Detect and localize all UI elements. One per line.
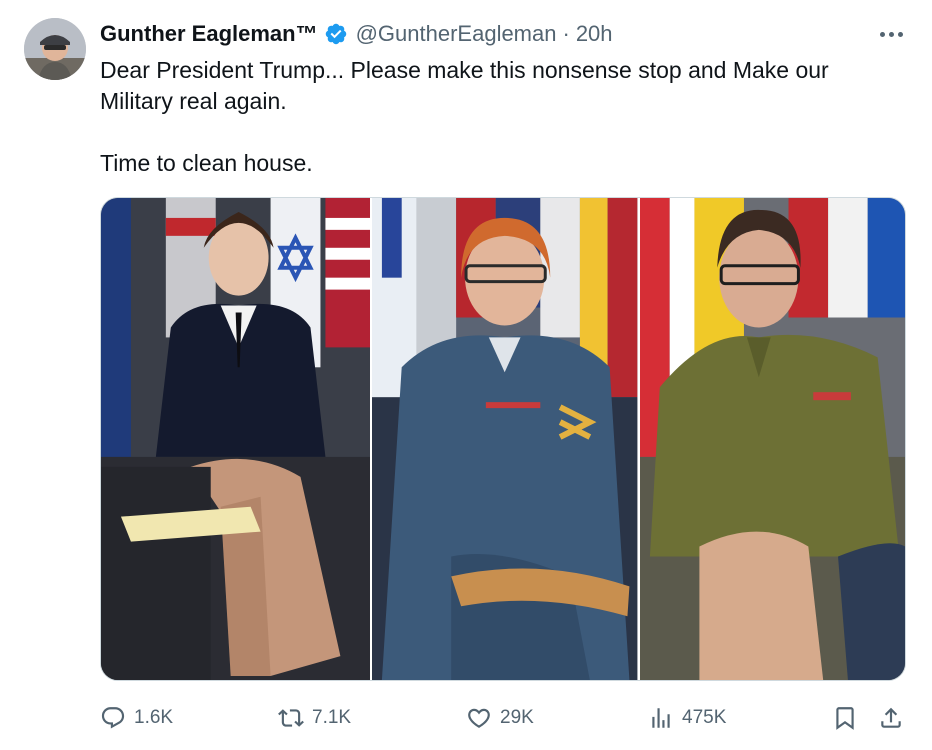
more-options-button[interactable]: [874, 22, 908, 46]
like-count: 29K: [500, 707, 534, 728]
author-display-name[interactable]: Gunther Eagleman™: [100, 21, 318, 47]
separator-dot: ·: [562, 21, 570, 46]
views-icon: [652, 708, 670, 728]
more-icon: [879, 31, 885, 37]
avatar[interactable]: [24, 18, 86, 80]
media-photo-1[interactable]: [101, 198, 371, 680]
tweet-header: Gunther Eagleman™ @GuntherEagleman · 20h: [100, 20, 613, 48]
media-grid: [100, 197, 906, 681]
photo-icon: [101, 198, 371, 680]
tweet-text: Dear President Trump... Please make this…: [100, 55, 900, 179]
bookmark-icon: [836, 707, 854, 730]
reply-count: 1.6K: [134, 707, 174, 728]
reply-button[interactable]: 1.6K: [100, 700, 173, 736]
bookmark-button[interactable]: [832, 700, 858, 736]
tweet-text-line: Time to clean house.: [100, 150, 313, 176]
verified-badge-icon: [325, 23, 346, 45]
views-count: 475K: [682, 707, 727, 728]
reply-icon: [101, 707, 125, 729]
like-button[interactable]: 29K: [466, 700, 534, 736]
tweet-text-line: Dear President Trump... Please make this…: [100, 57, 829, 114]
share-button[interactable]: [878, 700, 904, 736]
repost-button[interactable]: 7.1K: [278, 700, 351, 736]
like-icon: [468, 708, 490, 728]
repost-count: 7.1K: [312, 707, 352, 728]
tweet-time[interactable]: 20h: [576, 21, 613, 47]
tweet-card: Gunther Eagleman™ @GuntherEagleman · 20h…: [0, 0, 932, 750]
share-icon: [881, 707, 901, 728]
media-photo-2[interactable]: [370, 198, 638, 680]
media-photo-3[interactable]: [637, 198, 905, 680]
repost-icon: [278, 709, 304, 727]
author-handle[interactable]: @GuntherEagleman: [356, 21, 557, 47]
photo-icon: [639, 198, 905, 680]
photo-icon: [372, 198, 638, 680]
tweet-actions: 1.6K 7.1K 29K 475K: [100, 700, 906, 736]
views-button[interactable]: 475K: [648, 700, 726, 736]
